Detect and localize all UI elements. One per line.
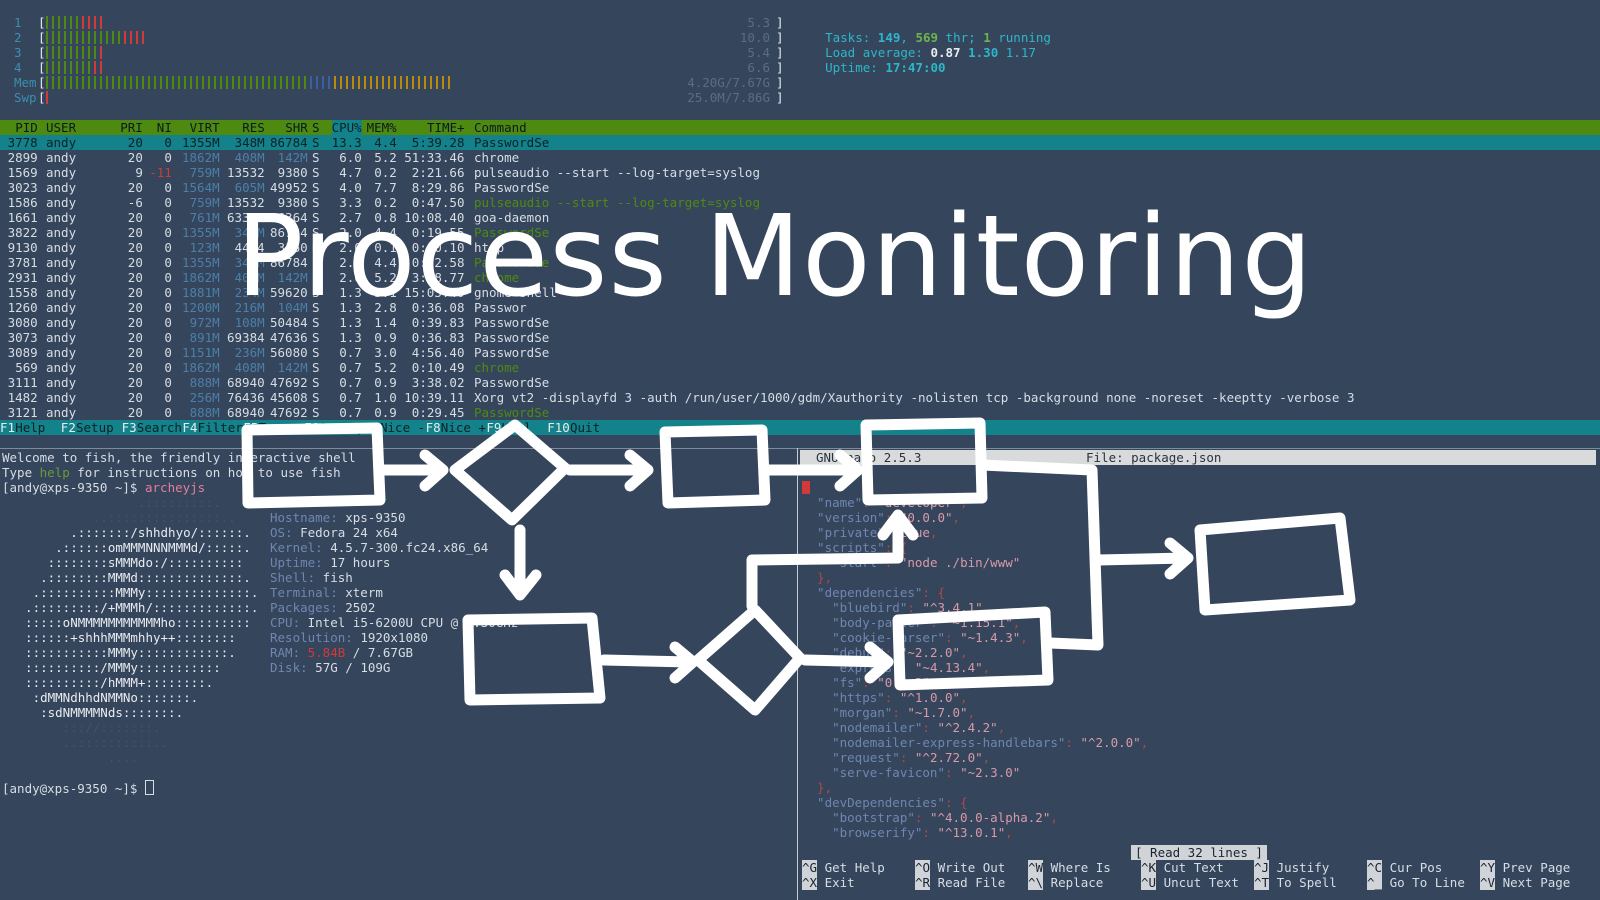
flow-arrow-5 — [499, 524, 542, 601]
flowchart-icon — [241, 417, 1356, 716]
flow-arrow-1 — [376, 449, 449, 492]
flow-box-2 — [659, 424, 771, 509]
flow-arrow-4 — [1092, 537, 1194, 580]
flow-box-3 — [860, 417, 988, 506]
flow-connector-2 — [746, 509, 919, 612]
flow-arrow-2 — [564, 449, 654, 492]
flow-arrow-7 — [799, 641, 894, 684]
flow-arrow-3 — [762, 449, 864, 492]
flow-decision-1 — [449, 419, 571, 526]
flow-decision-2 — [692, 604, 806, 716]
flow-box-4 — [1194, 512, 1356, 616]
flow-box-6 — [892, 606, 1054, 691]
flow-arrow-6 — [598, 641, 699, 684]
flow-box-5 — [462, 612, 606, 706]
flow-box-1 — [241, 422, 386, 509]
